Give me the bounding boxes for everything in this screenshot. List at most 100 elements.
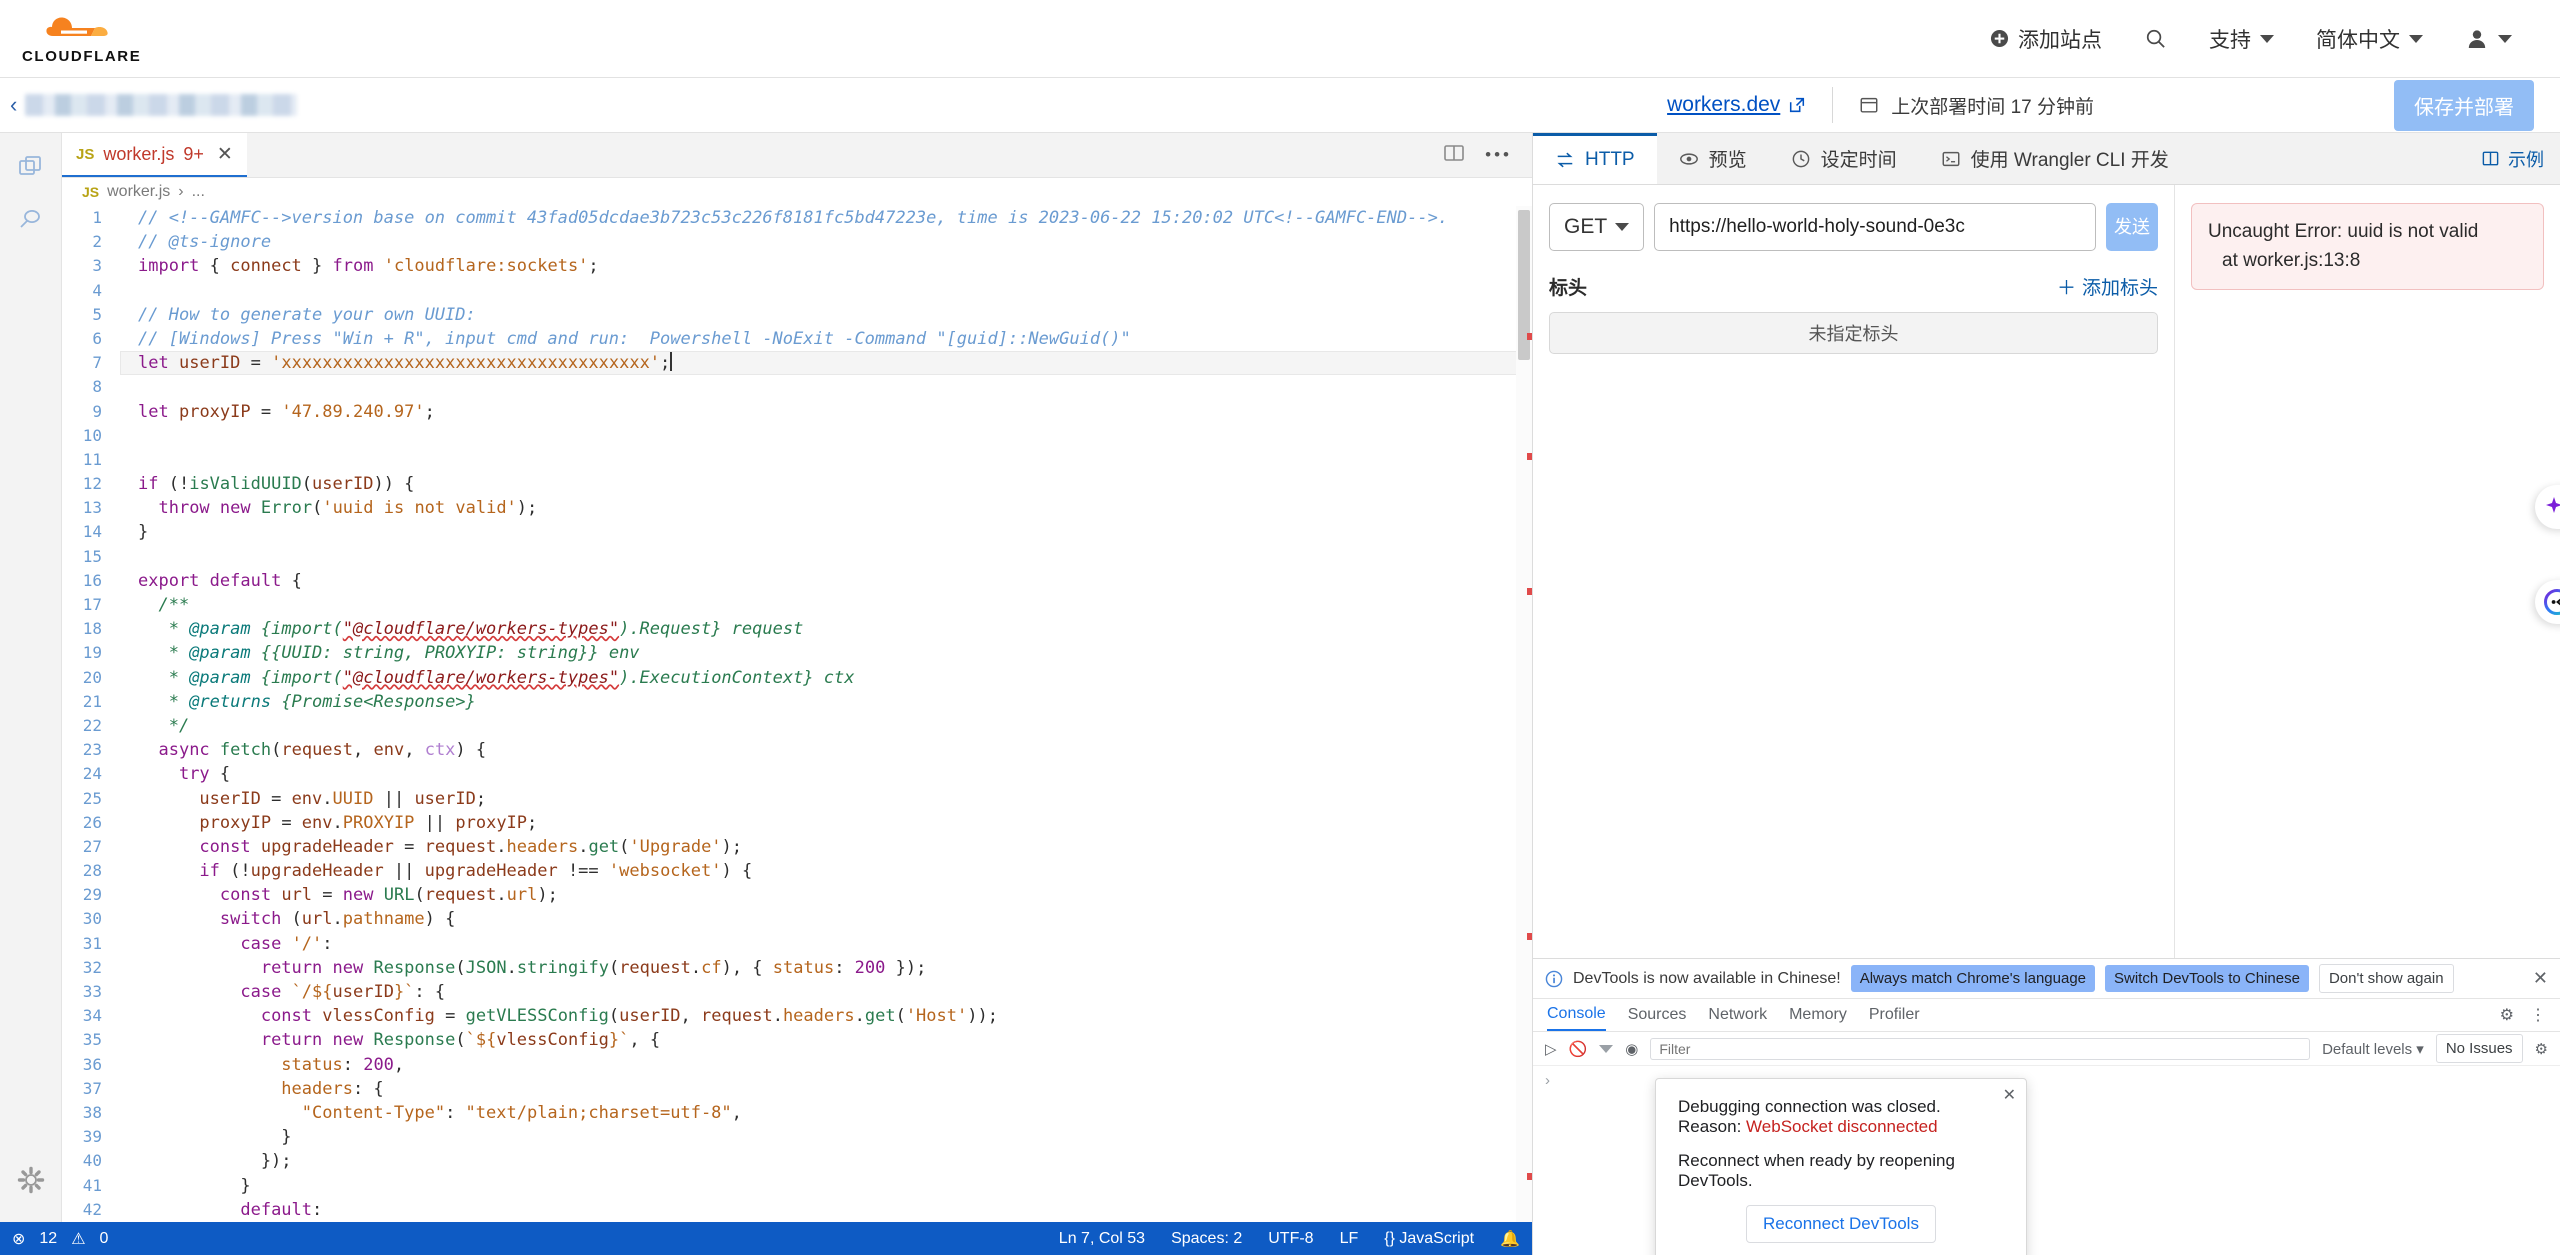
line-content[interactable] xyxy=(120,448,1532,472)
line-content[interactable]: const url = new URL(request.url); xyxy=(120,883,1532,907)
code-line[interactable]: 4 xyxy=(62,279,1532,303)
line-content[interactable] xyxy=(120,424,1532,448)
line-content[interactable]: export default { xyxy=(120,569,1532,593)
reconnect-devtools-button[interactable]: Reconnect DevTools xyxy=(1746,1205,1936,1243)
encoding-setting[interactable]: UTF-8 xyxy=(1268,1230,1313,1248)
code-line[interactable]: 5 // How to generate your own UUID: xyxy=(62,303,1532,327)
code-line[interactable]: 30 switch (url.pathname) { xyxy=(62,907,1532,931)
code-line[interactable]: 39 } xyxy=(62,1125,1532,1149)
cursor-position[interactable]: Ln 7, Col 53 xyxy=(1059,1230,1145,1248)
code-line[interactable]: 20 * @param {import("@cloudflare/workers… xyxy=(62,666,1532,690)
split-editor-icon[interactable] xyxy=(1443,142,1465,169)
more-actions-icon[interactable]: ••• xyxy=(1485,145,1512,165)
back-chevron-icon[interactable]: ‹ xyxy=(10,92,17,118)
issues-button[interactable]: No Issues xyxy=(2435,1034,2523,1063)
line-content[interactable]: proxyIP = env.PROXYIP || proxyIP; xyxy=(120,811,1532,835)
language-mode[interactable]: {} JavaScript xyxy=(1384,1230,1474,1248)
code-line[interactable]: 1 // <!--GAMFC-->version base on commit 4… xyxy=(62,206,1532,230)
code-line[interactable]: 12 if (!isValidUUID(userID)) { xyxy=(62,472,1532,496)
tab-wrangler-cli[interactable]: 使用 Wrangler CLI 开发 xyxy=(1919,133,2191,184)
code-line[interactable]: 25 userID = env.UUID || userID; xyxy=(62,787,1532,811)
line-content[interactable]: }); xyxy=(120,1149,1532,1173)
send-request-button[interactable]: 发送 xyxy=(2106,203,2158,251)
console-levels-select[interactable]: Default levels ▾ xyxy=(2322,1040,2424,1058)
http-method-select[interactable]: GET xyxy=(1549,203,1645,251)
line-content[interactable]: // <!--GAMFC-->version base on commit 43… xyxy=(120,206,1532,230)
line-content[interactable]: } xyxy=(120,520,1532,544)
breadcrumb-file[interactable]: worker.js xyxy=(107,183,170,201)
save-and-deploy-button[interactable]: 保存并部署 xyxy=(2394,79,2534,131)
line-content[interactable]: */ xyxy=(120,714,1532,738)
line-content[interactable] xyxy=(120,545,1532,569)
code-line[interactable]: 18 * @param {import("@cloudflare/workers… xyxy=(62,617,1532,641)
execution-context-icon[interactable]: ▷ xyxy=(1545,1040,1557,1058)
line-content[interactable]: } xyxy=(120,1174,1532,1198)
search-icon[interactable] xyxy=(17,206,45,239)
code-content[interactable]: 1 // <!--GAMFC-->version base on commit 4… xyxy=(62,206,1532,1222)
cloudflare-logo[interactable]: CLOUDFLARE xyxy=(22,12,141,65)
files-icon[interactable] xyxy=(17,153,45,186)
devtools-tab-network[interactable]: Network xyxy=(1708,1006,1767,1024)
line-content[interactable]: case '/': xyxy=(120,932,1532,956)
devtools-tab-sources[interactable]: Sources xyxy=(1628,1006,1687,1024)
code-line[interactable]: 40 }); xyxy=(62,1149,1532,1173)
line-content[interactable]: default: xyxy=(120,1198,1532,1222)
code-line[interactable]: 33 case `/${userID}`: { xyxy=(62,980,1532,1004)
line-content[interactable]: switch (url.pathname) { xyxy=(120,907,1532,931)
gear-icon[interactable] xyxy=(16,1165,46,1200)
header-search-button[interactable] xyxy=(2144,27,2167,50)
line-content[interactable]: const vlessConfig = getVLESSConfig(userI… xyxy=(120,1004,1532,1028)
status-problems[interactable]: ⊗ 12 ⚠ 0 xyxy=(12,1229,108,1249)
code-line[interactable]: 16 export default { xyxy=(62,569,1532,593)
code-line[interactable]: 6 // [Windows] Press "Win + R", input cmd… xyxy=(62,327,1532,351)
line-content[interactable] xyxy=(120,279,1532,303)
code-line[interactable]: 34 const vlessConfig = getVLESSConfig(us… xyxy=(62,1004,1532,1028)
chevron-down-icon[interactable] xyxy=(1599,1044,1614,1053)
line-content[interactable]: // [Windows] Press "Win + R", input cmd … xyxy=(120,327,1532,351)
dont-show-again-button[interactable]: Don't show again xyxy=(2318,964,2454,993)
close-icon[interactable]: ✕ xyxy=(2003,1085,2016,1105)
account-menu[interactable] xyxy=(2465,27,2512,51)
indentation-setting[interactable]: Spaces: 2 xyxy=(1171,1230,1242,1248)
request-url-input[interactable] xyxy=(1654,203,2096,251)
code-line[interactable]: 28 if (!upgradeHeader || upgradeHeader !… xyxy=(62,859,1532,883)
switch-to-chinese-button[interactable]: Switch DevTools to Chinese xyxy=(2105,965,2309,992)
code-line[interactable]: 37 headers: { xyxy=(62,1077,1532,1101)
code-line[interactable]: 36 status: 200, xyxy=(62,1053,1532,1077)
kebab-menu-icon[interactable]: ⋮ xyxy=(2530,1005,2546,1025)
line-content[interactable]: async fetch(request, env, ctx) { xyxy=(120,738,1532,762)
code-line[interactable]: 29 const url = new URL(request.url); xyxy=(62,883,1532,907)
devtools-tab-memory[interactable]: Memory xyxy=(1789,1006,1847,1024)
code-line[interactable]: 38 "Content-Type": "text/plain;charset=u… xyxy=(62,1101,1532,1125)
code-line[interactable]: 11 xyxy=(62,448,1532,472)
line-content[interactable]: if (!upgradeHeader || upgradeHeader !== … xyxy=(120,859,1532,883)
line-content[interactable]: "Content-Type": "text/plain;charset=utf-… xyxy=(120,1101,1532,1125)
code-line[interactable]: 35 return new Response(`${vlessConfig}`,… xyxy=(62,1028,1532,1052)
workers-dev-link[interactable]: workers.dev xyxy=(1667,93,1806,117)
line-content[interactable]: * @param {{UUID: string, PROXYIP: string… xyxy=(120,641,1532,665)
code-line[interactable]: 13 throw new Error('uuid is not valid'); xyxy=(62,496,1532,520)
examples-link[interactable]: 示例 xyxy=(2481,133,2560,184)
line-content[interactable]: * @returns {Promise<Response>} xyxy=(120,690,1532,714)
devtools-tab-console[interactable]: Console xyxy=(1547,999,1606,1031)
line-content[interactable]: throw new Error('uuid is not valid'); xyxy=(120,496,1532,520)
line-content[interactable]: } xyxy=(120,1125,1532,1149)
close-icon[interactable]: ✕ xyxy=(217,143,233,166)
line-content[interactable]: // @ts-ignore xyxy=(120,230,1532,254)
line-content[interactable]: const upgradeHeader = request.headers.ge… xyxy=(120,835,1532,859)
editor-tab-worker-js[interactable]: JS worker.js 9+ ✕ xyxy=(62,133,247,177)
tab-preview[interactable]: 预览 xyxy=(1657,133,1769,184)
code-line[interactable]: 10 xyxy=(62,424,1532,448)
clear-console-icon[interactable]: 🚫 xyxy=(1569,1040,1588,1058)
gear-icon[interactable]: ⚙ xyxy=(2500,1005,2514,1025)
code-line[interactable]: 32 return new Response(JSON.stringify(re… xyxy=(62,956,1532,980)
line-content[interactable]: // How to generate your own UUID: xyxy=(120,303,1532,327)
close-icon[interactable]: ✕ xyxy=(2533,968,2548,989)
tab-set-time[interactable]: 设定时间 xyxy=(1769,133,1919,184)
line-content[interactable]: try { xyxy=(120,762,1532,786)
code-line[interactable]: 42 default: xyxy=(62,1198,1532,1222)
code-line[interactable]: 17 /** xyxy=(62,593,1532,617)
always-match-language-button[interactable]: Always match Chrome's language xyxy=(1850,965,2096,992)
console-filter-input[interactable] xyxy=(1650,1037,2311,1060)
code-line[interactable]: 27 const upgradeHeader = request.headers… xyxy=(62,835,1532,859)
